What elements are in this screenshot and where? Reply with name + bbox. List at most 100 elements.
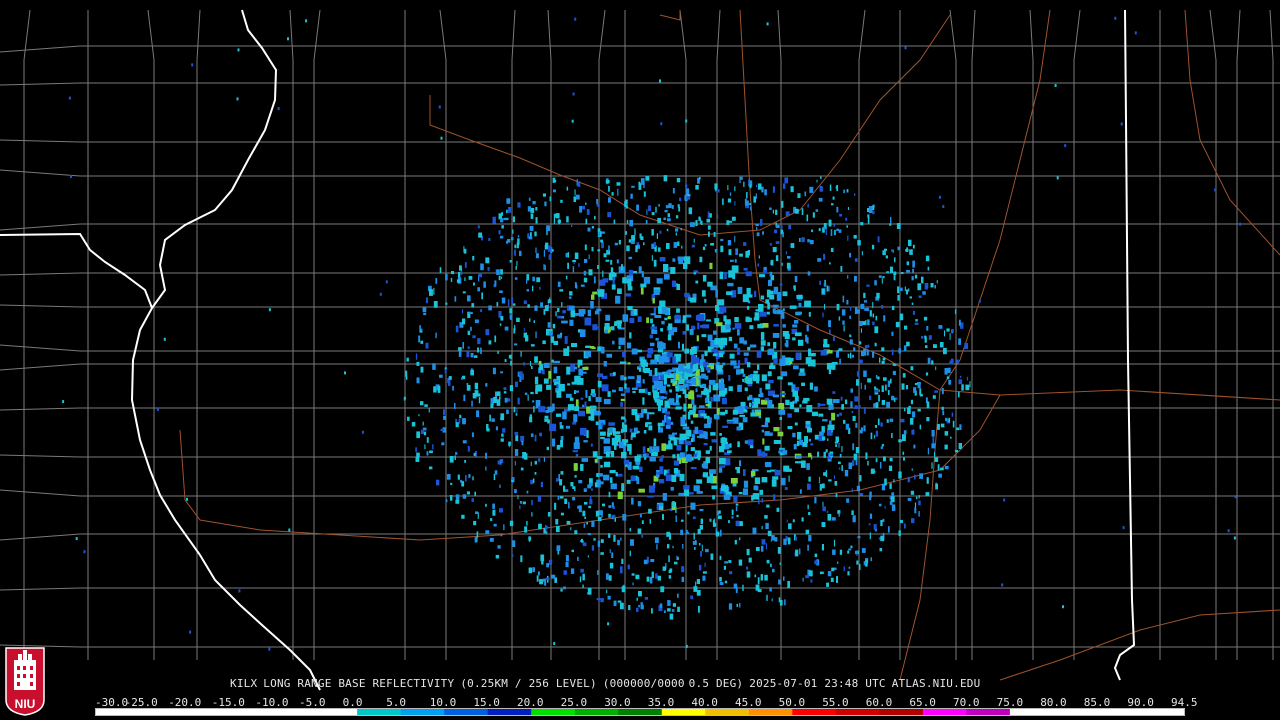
echo-pixel — [683, 403, 687, 412]
echo-pixel — [933, 344, 937, 348]
echo-pixel — [642, 446, 646, 453]
echo-pixel — [582, 510, 586, 517]
echo-pixel — [817, 451, 819, 457]
echo-pixel — [727, 450, 732, 453]
echo-pixel — [597, 265, 599, 269]
echo-pixel — [468, 311, 473, 315]
echo-pixel — [485, 257, 490, 264]
echo-pixel — [773, 494, 776, 501]
echo-pixel — [727, 282, 734, 287]
echo-pixel — [608, 185, 610, 192]
echo-pixel — [759, 489, 764, 495]
echo-pixel — [641, 362, 648, 367]
echo-pixel — [534, 231, 537, 237]
echo-pixel — [903, 430, 907, 435]
echo-pixel — [902, 451, 905, 455]
echo-pixel — [849, 315, 852, 319]
echo-pixel — [672, 609, 675, 612]
echo-pixel — [571, 549, 574, 553]
echo-pixel — [461, 377, 463, 380]
echo-pixel — [696, 491, 703, 494]
echo-pixel — [678, 374, 683, 379]
echo-pixel — [860, 427, 863, 431]
echo-pixel — [659, 502, 663, 507]
echo-pixel — [792, 519, 795, 523]
echo-pixel — [556, 413, 562, 417]
echo-pixel — [690, 447, 696, 451]
echo-pixel — [608, 422, 616, 426]
echo-pixel — [622, 314, 629, 322]
echo-pixel — [599, 279, 606, 286]
echo-pixel — [827, 571, 832, 577]
echo-pixel — [832, 399, 840, 403]
echo-pixel — [658, 381, 663, 387]
echo-pixel — [530, 391, 534, 395]
echo-pixel — [857, 309, 860, 314]
echo-pixel — [698, 375, 701, 378]
echo-pixel — [640, 283, 647, 288]
echo-pixel — [891, 504, 896, 511]
echo-pixel — [590, 443, 593, 447]
echo-pixel — [795, 461, 802, 464]
echo-pixel — [801, 517, 804, 522]
echo-pixel — [724, 580, 728, 584]
echo-pixel — [647, 348, 654, 354]
echo-pixel — [888, 465, 893, 471]
echo-pixel — [591, 488, 593, 491]
echo-pixel — [610, 326, 615, 331]
echo-pixel — [649, 518, 651, 524]
echo-pixel — [579, 206, 583, 213]
echo-pixel — [847, 275, 849, 279]
echo-pixel — [794, 208, 799, 214]
echo-pixel — [634, 228, 636, 236]
echo-pixel — [511, 554, 514, 557]
echo-pixel — [584, 516, 587, 519]
echo-pixel — [927, 266, 930, 271]
echo-pixel — [793, 443, 797, 450]
echo-pixel — [696, 394, 702, 398]
echo-pixel — [817, 402, 820, 407]
echo-pixel — [702, 324, 710, 329]
echo-pixel — [501, 212, 503, 216]
echo-pixel — [833, 336, 835, 341]
echo-pixel — [885, 384, 887, 391]
echo-pixel — [572, 92, 575, 96]
echo-pixel — [891, 305, 895, 311]
echo-pixel — [842, 295, 845, 303]
echo-pixel — [537, 496, 542, 502]
echo-pixel — [514, 249, 516, 256]
echo-pixel — [635, 414, 640, 421]
echo-pixel — [814, 497, 817, 504]
echo-pixel — [794, 386, 800, 391]
echo-pixel — [693, 453, 697, 457]
echo-pixel — [908, 405, 911, 408]
echo-pixel — [594, 482, 598, 488]
echo-pixel — [881, 278, 883, 284]
echo-pixel — [474, 491, 476, 496]
echo-pixel — [545, 577, 550, 580]
echo-pixel — [693, 272, 697, 275]
echo-pixel — [838, 316, 841, 321]
echo-pixel — [869, 532, 871, 540]
echo-pixel — [709, 379, 716, 385]
echo-pixel — [565, 425, 570, 429]
colorbar-segment — [705, 709, 750, 715]
echo-pixel — [838, 229, 842, 233]
echo-pixel — [781, 371, 788, 377]
echo-pixel — [548, 370, 552, 379]
echo-pixel — [911, 302, 914, 305]
echo-pixel — [794, 320, 799, 324]
echo-pixel — [596, 199, 598, 205]
echo-pixel — [679, 452, 685, 458]
echo-pixel — [672, 188, 675, 194]
echo-pixel — [405, 376, 408, 380]
echo-pixel — [532, 567, 535, 573]
echo-pixel — [828, 219, 832, 227]
echo-pixel — [904, 286, 906, 291]
echo-pixel — [443, 409, 445, 416]
echo-pixel — [847, 353, 850, 358]
echo-pixel — [496, 302, 499, 307]
echo-pixel — [571, 381, 577, 385]
echo-pixel — [792, 432, 796, 438]
echo-pixel — [536, 277, 541, 283]
